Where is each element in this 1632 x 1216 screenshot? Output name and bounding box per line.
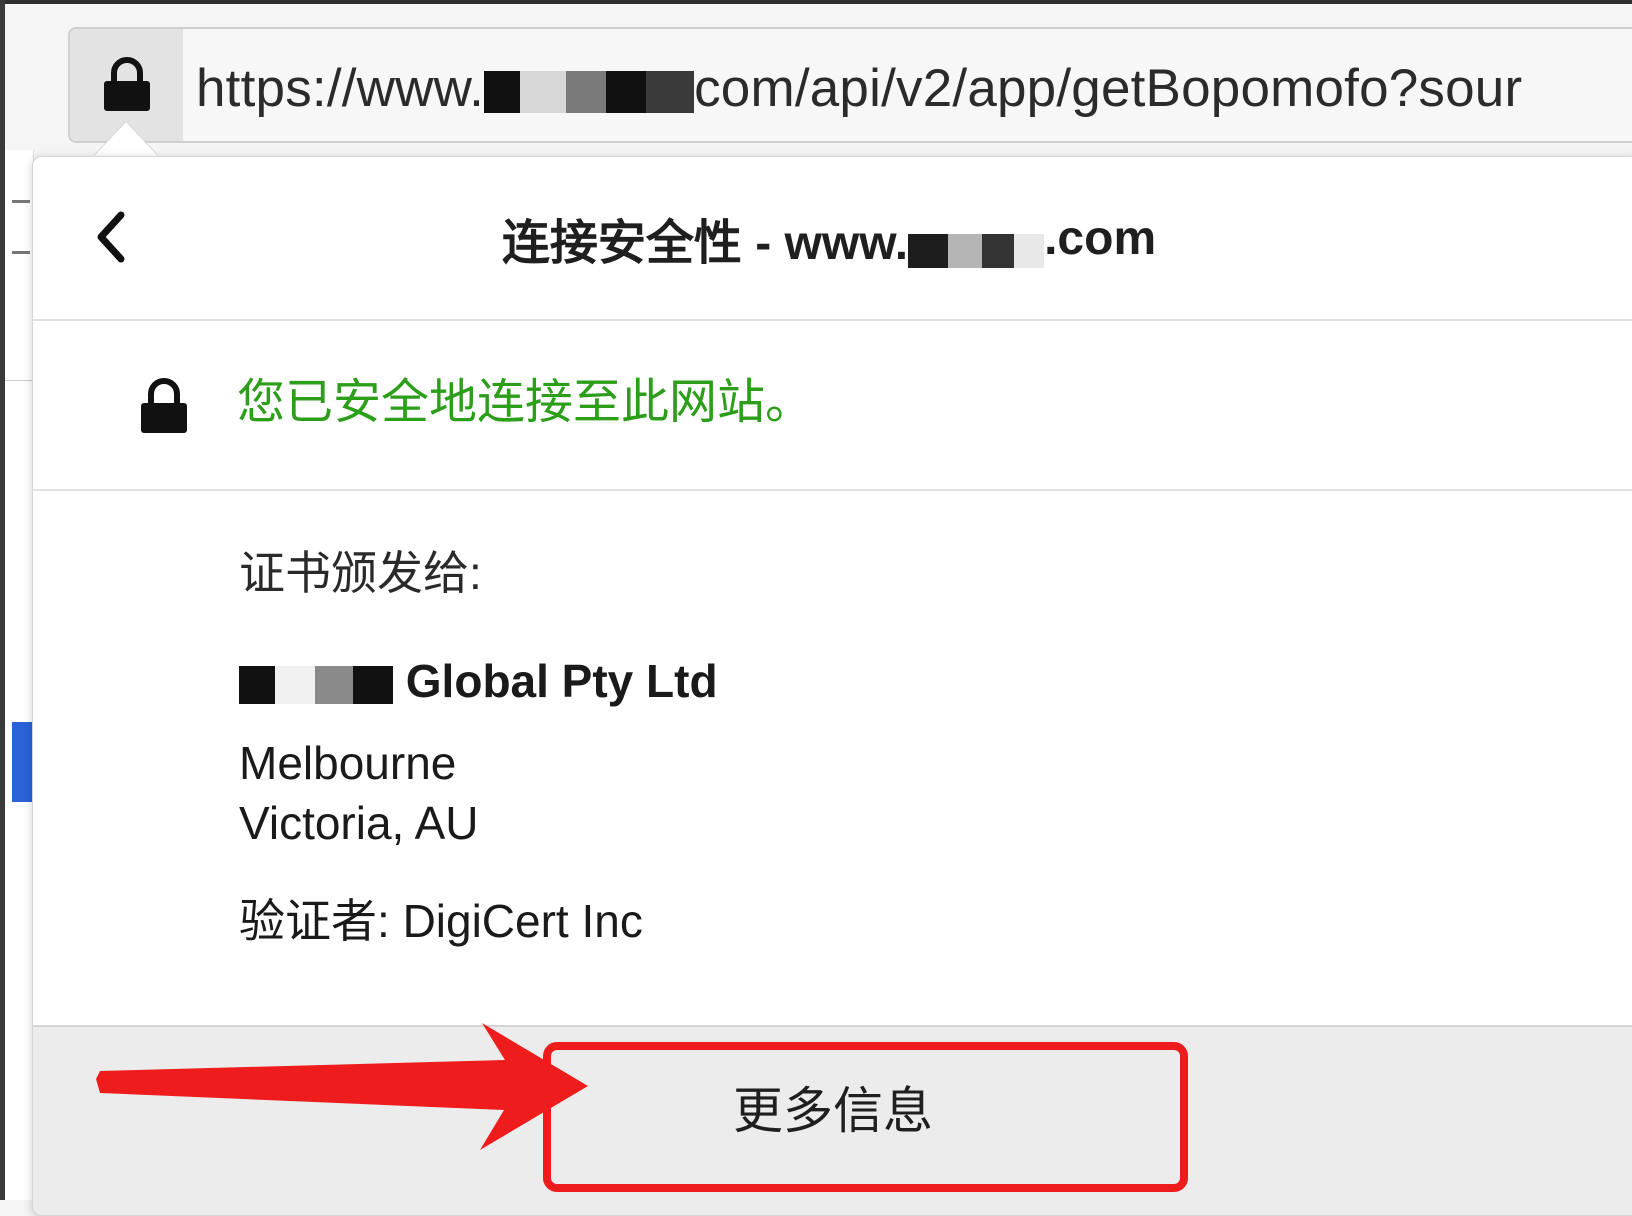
annotation-arrow — [96, 1023, 588, 1150]
